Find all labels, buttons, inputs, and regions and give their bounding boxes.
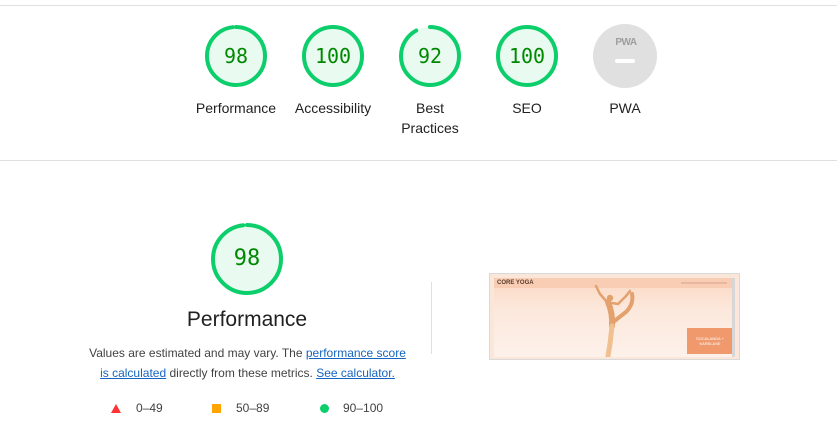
performance-title: Performance (186, 308, 308, 331)
description-text: Values are estimated and may vary. The (89, 346, 306, 360)
gauge-performance[interactable]: 98 Performance (186, 24, 286, 118)
screenshot-scrollbar (732, 278, 735, 357)
page-screenshot[interactable]: CORE YOGA SOCALANDA + KARELASE (489, 273, 740, 360)
gauge-ring: 100 (301, 24, 365, 88)
performance-score-link[interactable]: performance score (306, 346, 406, 360)
legend-range-average: 50–89 (236, 401, 270, 415)
gauge-label-line: Best (415, 100, 444, 116)
pwa-badge: PWA (593, 24, 657, 88)
top-divider (0, 5, 837, 6)
is-calculated-link[interactable]: is calculated (100, 366, 166, 380)
triangle-icon (111, 404, 121, 413)
gauge-score: 100 (508, 44, 546, 68)
gauge-label: PWA (609, 100, 641, 116)
gauge-seo[interactable]: 100 SEO (477, 24, 577, 118)
gauge-label: Performance (195, 100, 277, 116)
performance-gauge: 98 (210, 222, 284, 296)
dash-icon (615, 59, 635, 63)
legend-range-fail: 0–49 (136, 401, 163, 415)
pwa-icon: PWA (615, 37, 637, 48)
performance-score: 98 (233, 246, 261, 271)
description-text: directly from these metrics. (166, 366, 317, 380)
legend-range-pass: 90–100 (343, 401, 384, 415)
gauge-ring: 92 (398, 24, 462, 88)
gauge-score: 100 (314, 44, 352, 68)
section-divider (0, 160, 837, 161)
square-icon (212, 404, 221, 413)
screenshot-card-text: SOCALANDA + KARELASE (696, 336, 724, 346)
see-calculator-link[interactable]: See calculator. (316, 366, 395, 380)
circle-icon (320, 404, 329, 413)
gauge-ring: 98 (204, 24, 268, 88)
gauge-label: Accessibility (294, 100, 372, 116)
gauge-label: Best Practices (380, 98, 480, 138)
gauge-pwa[interactable]: PWA PWA (575, 24, 675, 118)
gauge-ring: 100 (495, 24, 559, 88)
performance-description: Values are estimated and may vary. The p… (80, 343, 415, 383)
gauge-best-practices[interactable]: 92 Best Practices (380, 24, 480, 138)
gauge-score: 92 (417, 44, 443, 68)
gauge-accessibility[interactable]: 100 Accessibility (283, 24, 383, 118)
screenshot-content: CORE YOGA SOCALANDA + KARELASE (494, 278, 735, 357)
gauge-score: 98 (223, 44, 249, 68)
gauge-label-line: Practices (401, 120, 459, 136)
vertical-divider (431, 282, 432, 354)
gauge-label: SEO (512, 100, 542, 116)
